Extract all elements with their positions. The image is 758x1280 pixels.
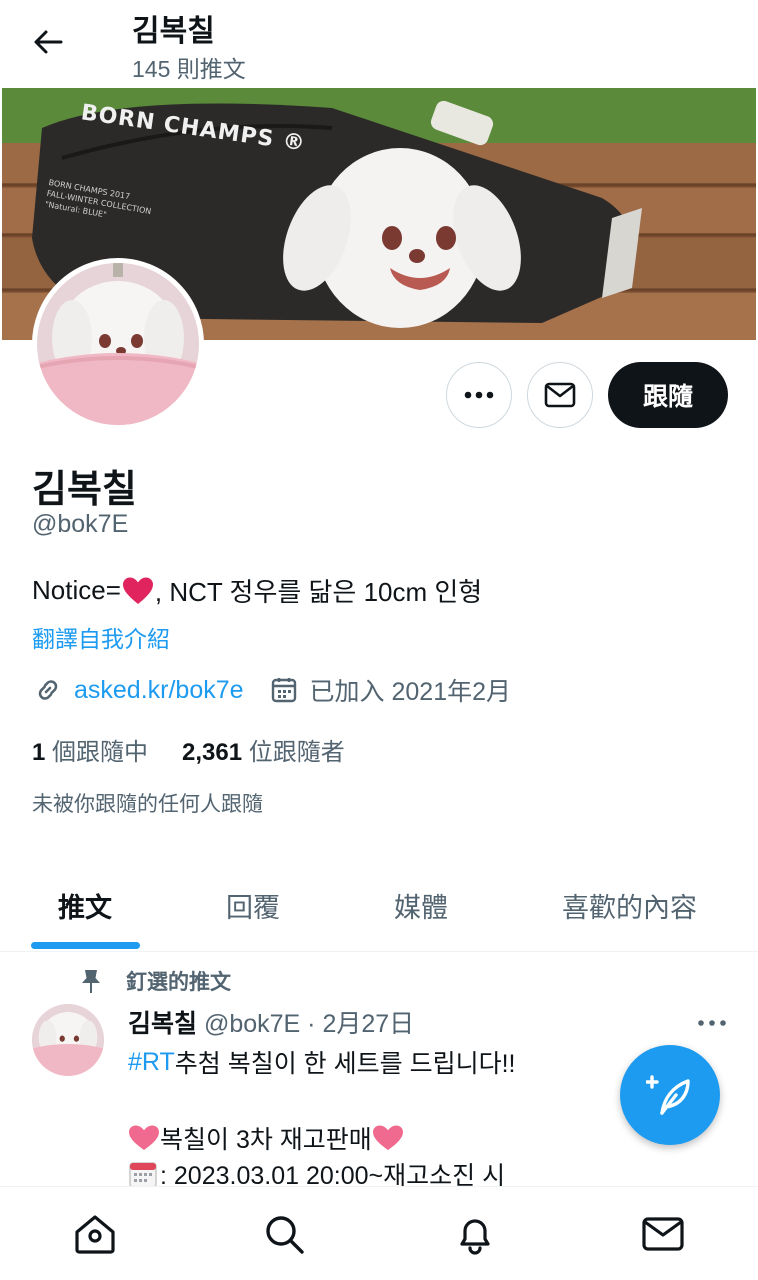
followers-count: 2,361 [182, 739, 243, 766]
nav-messages[interactable] [640, 1211, 686, 1257]
tweet-header: 김복칠 @bok7E · 2月27日 [128, 1004, 414, 1040]
followers-label: 位跟隨者 [242, 739, 345, 766]
tweet-line-1: #RT 추첨 복칠이 한 세트를 드립니다!! [128, 1044, 515, 1080]
pink-heart-icon [372, 1125, 403, 1150]
tweet-avatar[interactable] [32, 1004, 104, 1076]
bell-icon [460, 1219, 490, 1255]
red-heart-icon [122, 577, 153, 604]
search-icon [266, 1216, 304, 1254]
profile-handle: @bok7E [32, 510, 129, 538]
tab-likes[interactable]: 喜歡的內容 [562, 860, 697, 950]
not-followed-notice: 未被你跟隨的任何人跟隨 [32, 793, 263, 816]
join-date: 已加入 2021年2月 [309, 678, 512, 706]
followers-stat[interactable]: 2,361 位跟隨者 [182, 739, 345, 766]
calendar-emoji-icon [129, 1162, 157, 1188]
following-label: 個跟隨中 [45, 739, 149, 766]
pinned-tweet-label: 釘選的推文 [78, 964, 231, 998]
back-button[interactable] [26, 22, 70, 62]
header-title: 김복칠 [132, 15, 215, 48]
tweet-count: 145 則推文 [132, 56, 246, 82]
more-options-button[interactable] [446, 362, 512, 428]
following-count: 1 [32, 739, 46, 766]
top-bar: 김복칠 145 則推文 [0, 0, 758, 88]
profile-bio: Notice= , NCT 정우를 닮은 10cm 인형 [32, 572, 482, 609]
tab-replies[interactable]: 回覆 [226, 860, 280, 950]
pinned-text: 釘選的推文 [126, 971, 231, 994]
nav-home[interactable] [72, 1211, 118, 1257]
following-stat[interactable]: 1 個跟隨中 [32, 739, 148, 766]
arrow-left-icon [34, 30, 63, 54]
compose-tweet-button[interactable] [620, 1045, 720, 1145]
profile-link[interactable]: asked.kr/bok7e [74, 676, 244, 705]
pin-icon [82, 970, 100, 993]
avatar-image [37, 263, 199, 425]
follow-button[interactable]: 跟隨 [608, 362, 728, 428]
bottom-navigation [0, 1186, 758, 1280]
tweet-hashtag[interactable]: #RT [128, 1048, 175, 1077]
envelope-icon [642, 1217, 684, 1251]
follow-stats: 1 個跟隨中 2,361 位跟隨者 [32, 732, 345, 767]
calendar-icon [271, 678, 296, 703]
tweet-line-1-text: 추첨 복칠이 한 세트를 드립니다!! [174, 1050, 516, 1078]
nav-search[interactable] [261, 1211, 307, 1257]
nav-notifications[interactable] [452, 1211, 498, 1257]
more-horizontal-icon [464, 391, 494, 399]
envelope-icon [544, 382, 576, 408]
profile-name: 김복칠 [32, 469, 137, 511]
profile-meta: asked.kr/bok7e 已加入 2021年2月 [32, 672, 511, 708]
tab-tweets[interactable]: 推文 [58, 860, 112, 950]
tweet-more-button[interactable] [692, 1008, 732, 1038]
bio-prefix: Notice= [32, 575, 121, 605]
compose-feather-icon [646, 1075, 690, 1115]
tab-media[interactable]: 媒體 [394, 860, 448, 950]
translate-bio-link[interactable]: 翻譯自我介紹 [32, 620, 170, 654]
tweet-line-2: 복칠이 3차 재고판매 [128, 1120, 404, 1156]
more-horizontal-icon [698, 1020, 726, 1026]
pink-heart-icon [129, 1125, 159, 1150]
profile-tabs: 推文 回覆 媒體 喜歡的內容 [0, 860, 758, 952]
link-icon [38, 680, 58, 700]
tweet-avatar-image [32, 1004, 104, 1076]
bio-suffix: , NCT 정우를 닮은 10cm 인형 [154, 577, 483, 607]
tweet-meta: @bok7E · 2月27日 [197, 1010, 415, 1038]
profile-avatar[interactable] [32, 258, 204, 430]
tweet-line-2-text: 복칠이 3차 재고판매 [160, 1126, 372, 1154]
active-tab-indicator [31, 942, 140, 949]
message-button[interactable] [527, 362, 593, 428]
home-icon [75, 1215, 115, 1254]
tweet-author-name[interactable]: 김복칠 [128, 1010, 197, 1038]
